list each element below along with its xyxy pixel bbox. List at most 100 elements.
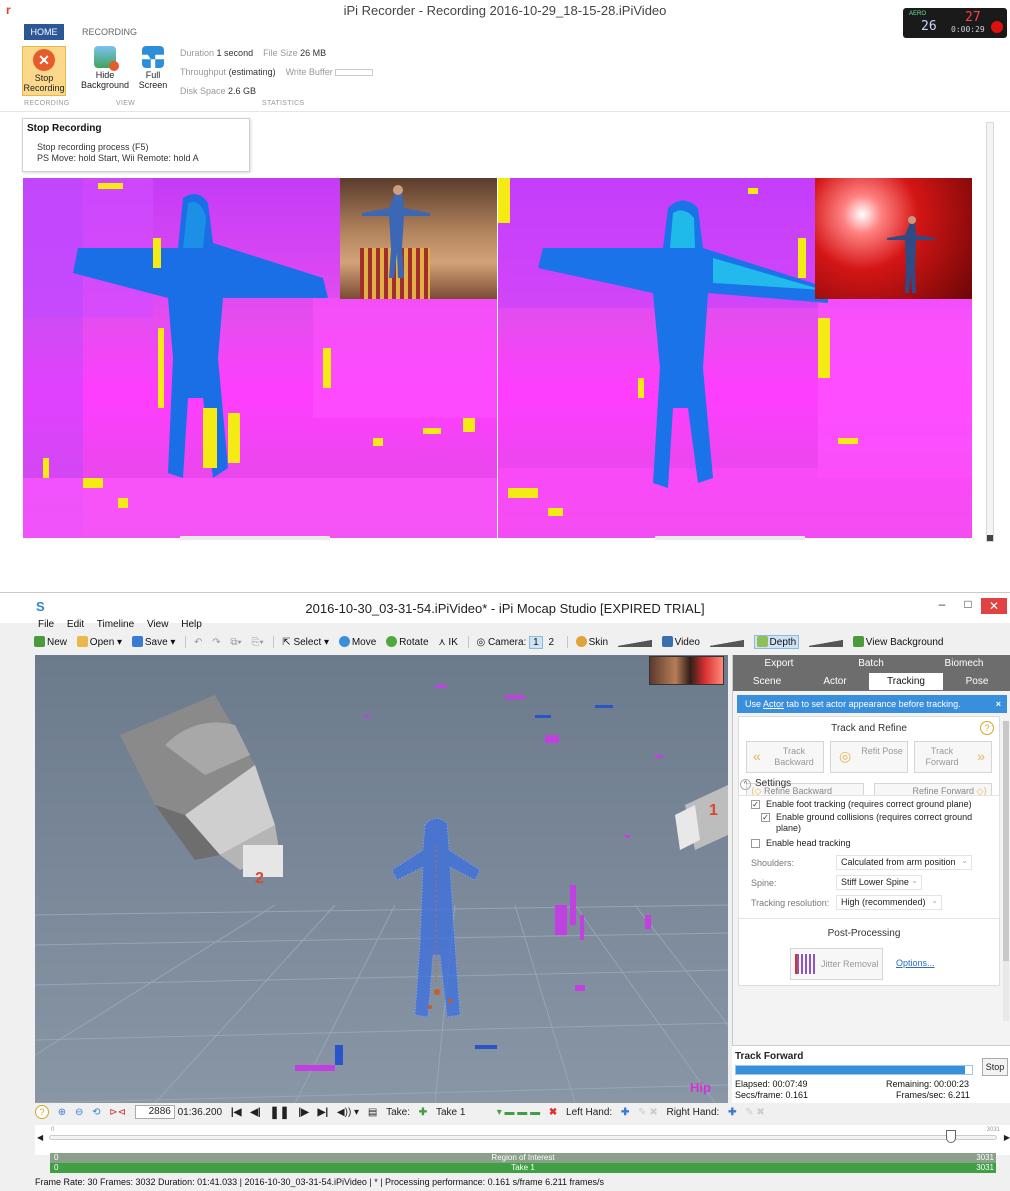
tab-pose[interactable]: Pose [943,673,1010,690]
tab-recording[interactable]: RECORDING [82,24,137,40]
info-banner: Use Actor tab to set actor appearance be… [737,695,1007,713]
current-frame-input[interactable]: 2886 [134,1105,175,1119]
toolbar-separator [467,636,469,648]
timeline-scroll-right-icon[interactable]: ▶ [1004,1133,1010,1142]
menu-bar: File Edit Timeline View Help [38,619,212,633]
timeline-scroll-left-icon[interactable]: ◀ [37,1133,43,1142]
region-of-interest-bar[interactable]: 0 Region of Interest 3031 [50,1153,996,1163]
step-back-icon[interactable]: ◀| [250,1107,261,1118]
video-thumbnail[interactable] [649,656,724,685]
tab-scene[interactable]: Scene [733,673,801,690]
depth-opacity-slider[interactable] [809,637,844,647]
info-close-icon[interactable]: × [996,695,1001,713]
marker-prev-icon[interactable]: ⊳⊲ [109,1107,126,1118]
paste-pose-button[interactable]: ⎘▾ [252,637,264,648]
go-to-end-icon[interactable]: ▶| [318,1107,329,1118]
camera-1-button[interactable]: 1 [529,635,543,649]
tooltip-title: Stop Recording [27,123,102,134]
info-prefix: Use [745,699,764,709]
track-forward-button[interactable]: Track Forward » [914,741,992,773]
tab-biomech[interactable]: Biomech [917,655,1010,672]
jitter-removal-button[interactable]: Jitter Removal [790,948,883,980]
move-button[interactable]: Move [338,636,376,648]
save-button[interactable]: Save ▾ [131,636,175,648]
hide-background-button[interactable]: Hide Background [78,46,132,90]
ground-collisions-checkbox[interactable]: ✓ Enable ground collisions (requires cor… [761,812,996,834]
post-processing-header: Post-Processing [827,928,901,939]
playhead-handle[interactable] [946,1130,957,1143]
zoom-out-icon[interactable]: ⊖ [75,1107,83,1118]
camera-label: Camera: [487,636,527,648]
delete-take-icon[interactable]: ✖ [549,1107,557,1118]
left-hand-edit-icon[interactable]: ✎ ✖ [638,1107,658,1118]
tab-batch[interactable]: Batch [825,655,917,672]
3d-viewport[interactable]: 1 2 [35,655,728,1103]
new-button[interactable]: New [34,636,67,648]
zoom-fit-icon[interactable]: ⟲ [92,1107,100,1118]
timeline: 0 3031 ◀ ▶ [35,1125,1010,1155]
camera-2-button[interactable]: 2 [545,637,557,648]
stop-tracking-button[interactable]: Stop [982,1058,1008,1076]
right-hand-add-icon[interactable]: ✚ [728,1107,736,1118]
undo-button[interactable]: ↶ [194,637,202,648]
rotate-label: Rotate [399,637,429,648]
shoulders-dropdown[interactable]: Calculated from arm position [836,854,972,870]
maximize-button[interactable]: □ [960,597,976,611]
depth-button[interactable]: Depth [753,635,800,649]
left-hand-add-icon[interactable]: ✚ [621,1107,629,1118]
close-button[interactable]: ✕ [981,598,1007,614]
timeline-help-icon[interactable]: ? [35,1105,49,1119]
video-opacity-slider[interactable] [709,637,744,647]
select-button[interactable]: ⇱ Select ▾ [282,637,329,648]
full-screen-button[interactable]: Full Screen [138,46,168,90]
settings-toggle[interactable]: ^ Settings [740,778,791,790]
skin-opacity-slider[interactable] [617,637,652,647]
menu-view[interactable]: View [147,619,169,630]
track-backward-button[interactable]: « Track Backward [746,741,824,773]
head-tracking-checkbox[interactable]: Enable head tracking [751,838,996,849]
refit-pose-button[interactable]: ◎ Refit Pose [830,741,908,773]
options-link[interactable]: Options... [896,958,935,968]
minimize-button[interactable]: – [934,597,950,611]
tab-home[interactable]: HOME [24,24,64,40]
timeline-track[interactable] [49,1135,997,1140]
throughput-label: Throughput [180,67,227,77]
right-hand-edit-icon[interactable]: ✎ ✖ [745,1107,765,1118]
tab-tracking[interactable]: Tracking [869,673,943,690]
menu-file[interactable]: File [38,619,54,630]
panel-scrollbar[interactable] [1003,721,1009,1021]
tab-actor[interactable]: Actor [801,673,869,690]
tab-export[interactable]: Export [733,655,825,672]
group-label-view: VIEW [116,100,136,107]
pause-icon[interactable]: ❚❚ [269,1105,289,1119]
go-to-start-icon[interactable]: |◀ [231,1107,242,1118]
take-bar[interactable]: 0 Take 1 3031 [50,1163,996,1173]
video-button[interactable]: Video [661,636,700,648]
menu-edit[interactable]: Edit [67,619,84,630]
foot-tracking-checkbox[interactable]: ✓ Enable foot tracking (requires correct… [751,799,996,810]
help-icon[interactable]: ? [980,721,994,735]
recorder-scrollbar[interactable] [986,122,994,542]
menu-help[interactable]: Help [181,619,202,630]
open-button[interactable]: Open ▾ [76,636,122,648]
copy-pose-button[interactable]: ⧉▾ [230,637,241,648]
tracking-resolution-dropdown[interactable]: High (recommended) [836,894,942,910]
take-tools-icons[interactable]: ▾ ▬ ▬ ▬ [497,1107,540,1118]
zoom-in-icon[interactable]: ⊕ [58,1107,66,1118]
skin-button[interactable]: Skin [575,636,608,648]
rotate-button[interactable]: Rotate [386,636,429,648]
stop-recording-button[interactable]: ✕ Stop Recording [22,46,66,96]
foot-tracking-label: Enable foot tracking (requires correct g… [766,799,972,809]
select-label: Select [293,636,322,648]
step-forward-icon[interactable]: |▶ [298,1107,309,1118]
tracking-progress-bar [735,1065,973,1075]
add-take-icon[interactable]: ✚ [419,1107,427,1118]
spine-dropdown[interactable]: Stiff Lower Spine [836,874,922,890]
volume-icon[interactable]: ◀)) ▾ [337,1107,359,1118]
ik-button[interactable]: ⋏ IK [438,637,458,648]
menu-timeline[interactable]: Timeline [97,619,134,630]
take-select[interactable]: Take 1 [436,1107,488,1118]
view-background-button[interactable]: View Background [852,636,943,648]
actor-tab-link[interactable]: Actor [763,699,784,709]
redo-button[interactable]: ↷ [212,637,220,648]
